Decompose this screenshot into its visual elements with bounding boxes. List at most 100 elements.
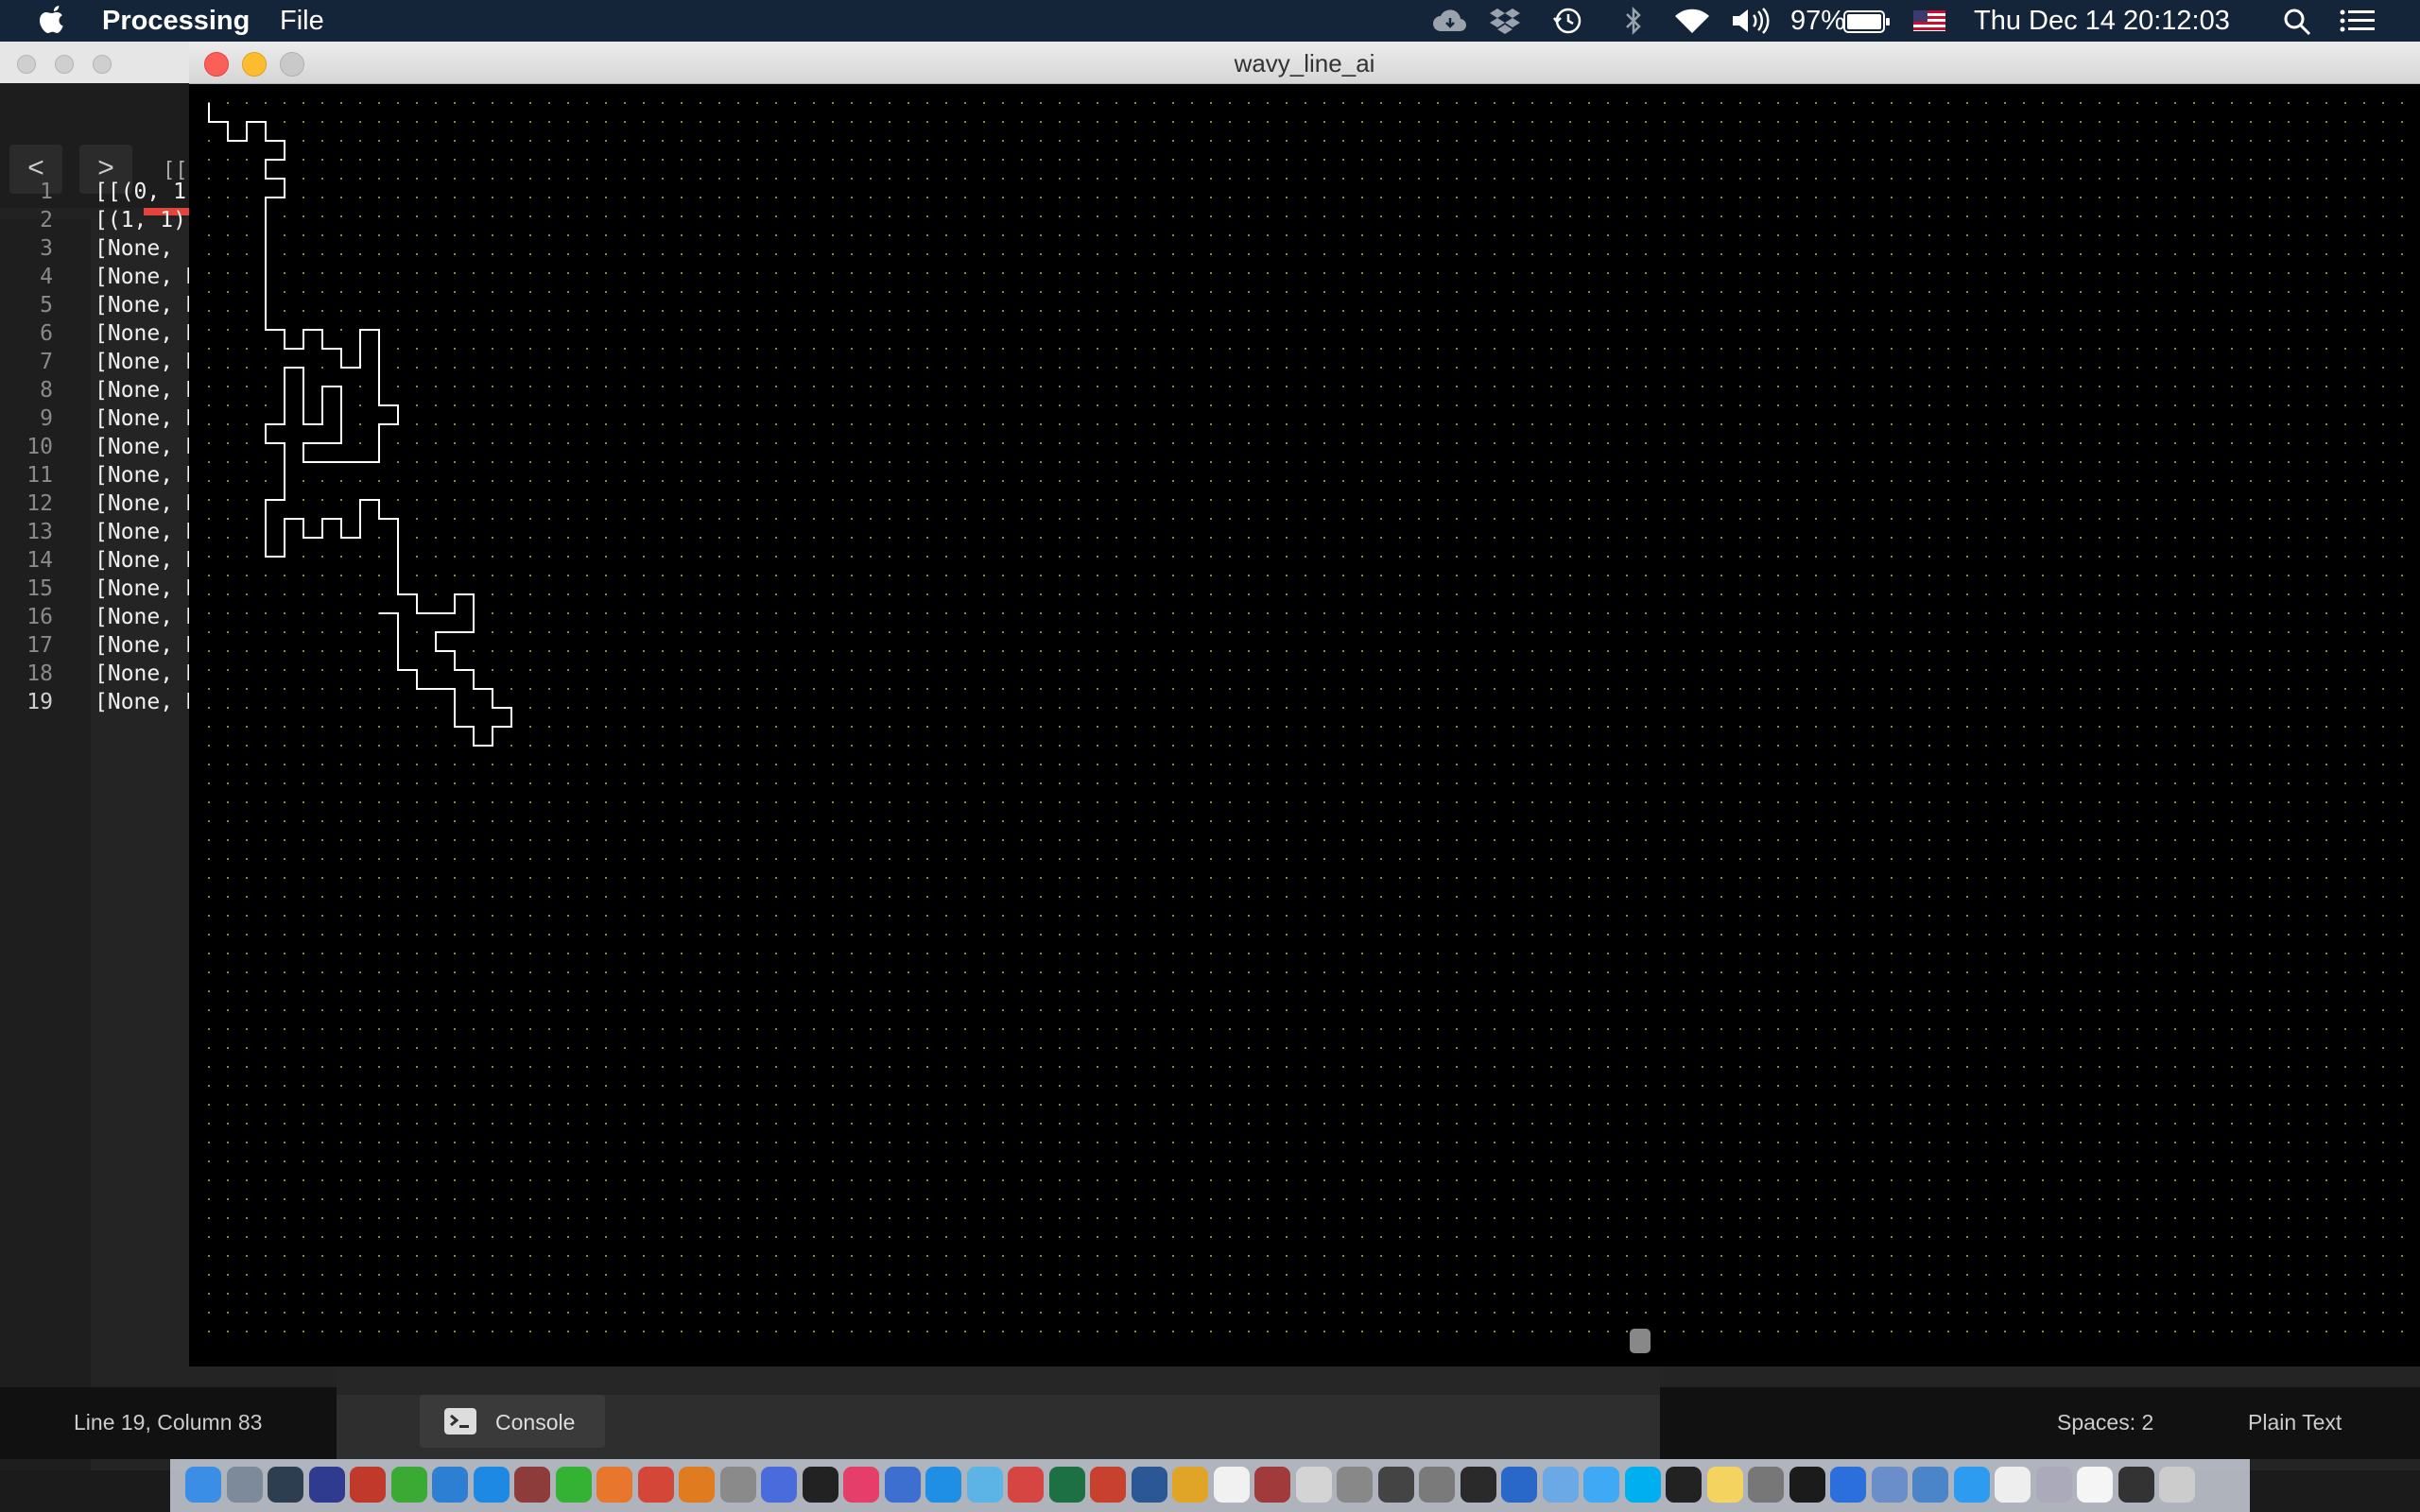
dock-app-icon[interactable] [1131,1467,1167,1503]
dock-app-icon[interactable] [1419,1467,1455,1503]
dock-app-icon[interactable] [1048,1467,1085,1503]
dock-app-icon[interactable] [679,1467,715,1503]
dock-app-icon[interactable] [925,1467,961,1503]
dock-app-icon[interactable] [1008,1467,1044,1503]
dock-app-icon[interactable] [1666,1467,1702,1503]
dock-app-icon[interactable] [1090,1467,1126,1503]
code-line: [None, N [95,321,199,346]
line-number: 4 [40,265,53,289]
file-menu[interactable]: File [280,6,324,37]
creative-cloud-icon[interactable] [1431,7,1469,35]
dock-app-icon[interactable] [2118,1467,2154,1503]
dock-app-icon[interactable] [637,1467,674,1503]
line-number: 1 [40,180,53,204]
dock-app-icon[interactable] [843,1467,879,1503]
time-machine-icon[interactable] [1550,7,1584,35]
dock-app-icon[interactable] [1542,1467,1579,1503]
dock-app-icon[interactable] [884,1467,921,1503]
dock-app-icon[interactable] [1501,1467,1537,1503]
close-button-inactive[interactable] [17,55,36,74]
us-flag-icon[interactable] [1913,10,1945,31]
dock-app-icon[interactable] [2077,1467,2113,1503]
dot-grid [208,102,2403,1332]
code-line: [None, N [95,265,199,289]
battery-percentage: 97% [1790,6,1846,36]
dock-app-icon[interactable] [1213,1467,1250,1503]
app-menu-processing[interactable]: Processing [102,6,250,37]
dock-app-icon[interactable] [555,1467,592,1503]
horizontal-scrollbar[interactable] [337,1366,1660,1395]
minimize-button-inactive[interactable] [55,55,74,74]
scrollbar-thumb[interactable] [1630,1329,1651,1353]
dock-app-icon[interactable] [1583,1467,1619,1503]
dock-app-icon[interactable] [1172,1467,1208,1503]
dock-app-icon[interactable] [268,1467,303,1503]
dock-app-icon[interactable] [350,1467,386,1503]
sketch-canvas[interactable] [189,83,2420,1366]
dock-app-icon[interactable] [1337,1467,1373,1503]
bluetooth-icon[interactable] [1620,7,1647,35]
spotlight-icon[interactable] [2282,7,2312,37]
line-number: 5 [40,293,53,318]
line-number: 8 [40,378,53,403]
indentation-setting[interactable]: Spaces: 2 [2057,1410,2153,1435]
dock-app-icon[interactable] [1748,1467,1784,1503]
line-number: 18 [26,662,53,686]
sketch-window: wavy_line_ai [189,42,2420,1395]
dock-app-icon[interactable] [802,1467,838,1503]
dock-app-icon[interactable] [432,1467,468,1503]
dock [170,1459,2250,1512]
battery-icon[interactable] [1843,10,1891,33]
line-number: 7 [40,350,53,374]
console-label: Console [495,1410,576,1435]
code-line: [[(0, 1 [95,180,186,204]
window-title: wavy_line_ai [1234,49,1375,77]
line-number: 10 [26,435,53,459]
dock-app-icon[interactable] [473,1467,510,1503]
wifi-icon[interactable] [1673,7,1711,35]
code-line: [None, N [95,633,199,658]
dock-app-icon[interactable] [1953,1467,1990,1503]
dock-app-icon[interactable] [966,1467,1003,1503]
dropbox-icon[interactable] [1486,7,1524,35]
dock-app-icon[interactable] [1830,1467,1866,1503]
dock-app-icon[interactable] [185,1467,221,1503]
console-icon [444,1408,476,1435]
notification-center-icon[interactable] [2339,7,2377,35]
volume-icon[interactable] [1730,7,1772,35]
sketch-titlebar[interactable]: wavy_line_ai [189,42,2420,84]
dock-app-icon[interactable] [1789,1467,1825,1503]
dock-app-icon[interactable] [1995,1467,2031,1503]
apple-icon[interactable] [38,4,66,36]
dock-app-icon[interactable] [1377,1467,1414,1503]
syntax-setting[interactable]: Plain Text [2248,1410,2342,1435]
code-line: [None, N [95,548,199,573]
dock-app-icon[interactable] [1295,1467,1332,1503]
clock[interactable]: Thu Dec 14 20:12:03 [1974,6,2230,37]
dock-app-icon[interactable] [761,1467,797,1503]
dock-app-icon[interactable] [514,1467,550,1503]
dock-app-icon[interactable] [1254,1467,1290,1503]
dock-app-icon[interactable] [2035,1467,2072,1503]
line-number: 12 [26,491,53,516]
code-line: [None, [95,236,186,261]
dock-app-icon[interactable] [390,1467,427,1503]
zoom-button-inactive[interactable] [93,55,112,74]
status-bar: Line 19, Column 83 Console Spaces: 2 Pla… [0,1387,2420,1459]
dock-app-icon[interactable] [596,1467,632,1503]
dock-app-icon[interactable] [719,1467,756,1503]
line-number: 9 [40,406,53,431]
dock-app-icon[interactable] [1912,1467,1948,1503]
line-number: 17 [26,633,53,658]
code-line: [None, N [95,605,199,629]
dock-app-icon[interactable] [2159,1467,2195,1503]
dock-app-icon[interactable] [1871,1467,1908,1503]
code-line: [None, N [95,293,199,318]
dock-app-icon[interactable] [1460,1467,1496,1503]
dock-app-icon[interactable] [308,1467,345,1503]
dock-app-icon[interactable] [1624,1467,1661,1503]
line-number: 11 [26,463,53,488]
dock-app-icon[interactable] [226,1467,263,1503]
dock-app-icon[interactable] [1706,1467,1743,1503]
code-line: [None, N [95,576,199,601]
